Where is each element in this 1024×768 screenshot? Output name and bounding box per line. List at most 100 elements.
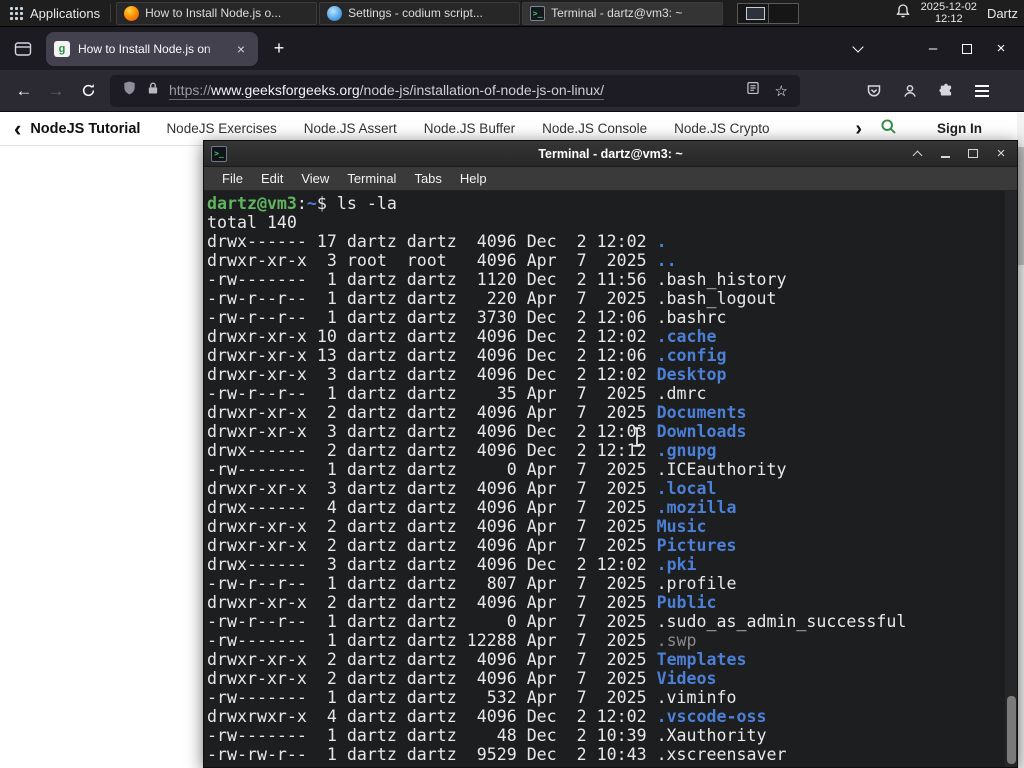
panel-status-area: 2025-12-02 12:12 Dartz — [895, 1, 1024, 25]
taskbar-item-label: How to Install Node.js o... — [145, 6, 282, 20]
taskbar-item-firefox[interactable]: How to Install Node.js o... — [116, 1, 318, 25]
terminal-window: >_ Terminal - dartz@vm3: ~ × File Edit V… — [203, 140, 1018, 768]
menu-item-tabs[interactable]: Tabs — [405, 171, 450, 186]
site-nav-right: Sign In — [880, 118, 1010, 140]
account-button[interactable] — [894, 75, 926, 107]
nav-item-nodejs-tutorial[interactable]: NodeJS Tutorial — [30, 121, 140, 137]
workspace-1[interactable] — [738, 3, 769, 23]
firefox-icon — [124, 5, 140, 21]
taskbar-item-settings[interactable]: Settings - codium script... — [319, 1, 521, 25]
nav-item[interactable]: Node.JS Assert — [304, 121, 397, 136]
nav-item[interactable]: NodeJS Exercises — [166, 121, 276, 136]
new-tab-button[interactable]: + — [264, 34, 294, 64]
back-button[interactable]: ← — [8, 75, 40, 107]
terminal-line: drwxr-xr-x 2 dartz dartz 4096 Apr 7 2025… — [207, 593, 717, 612]
notification-bell-icon[interactable] — [895, 3, 911, 24]
window-maximize-button[interactable] — [950, 34, 984, 64]
url-bar[interactable]: https://www.geeksforgeeks.org/node-js/in… — [110, 74, 800, 107]
terminal-app-icon: >_ — [530, 5, 546, 21]
terminal-window-title: Terminal - dartz@vm3: ~ — [538, 146, 683, 161]
menu-item-terminal[interactable]: Terminal — [338, 171, 405, 186]
site-search-button[interactable] — [880, 118, 897, 140]
terminal-line: -rw------- 1 dartz dartz 532 Apr 7 2025 … — [207, 688, 737, 707]
applications-label: Applications — [30, 5, 101, 21]
panel-separator — [110, 4, 112, 22]
terminal-line: -rw------- 1 dartz dartz 0 Apr 7 2025 .I… — [207, 460, 787, 479]
terminal-line: drwxr-xr-x 10 dartz dartz 4096 Dec 2 12:… — [207, 327, 717, 346]
bookmark-star-button[interactable]: ☆ — [775, 82, 788, 100]
terminal-window-controls: × — [908, 145, 1010, 163]
terminal-line: drwx------ 2 dartz dartz 4096 Dec 2 12:1… — [207, 441, 717, 460]
terminal-line: drwxrwxr-x 4 dartz dartz 4096 Dec 2 12:0… — [207, 707, 767, 726]
lock-icon[interactable] — [146, 81, 160, 101]
terminal-titlebar[interactable]: >_ Terminal - dartz@vm3: ~ × — [204, 141, 1017, 167]
hamburger-icon — [975, 89, 989, 92]
applications-grid-icon — [10, 6, 23, 20]
site-nav-items: NodeJS Exercises Node.JS Assert Node.JS … — [166, 121, 786, 136]
terminal-screen[interactable]: dartz@vm3:~$ ls -la total 140 drwx------ 1… — [204, 191, 1017, 767]
window-close-button[interactable]: × — [984, 34, 1018, 64]
window-minimize-button[interactable]: – — [916, 34, 950, 64]
terminal-line: drwxr-xr-x 3 dartz dartz 4096 Apr 7 2025… — [207, 479, 717, 498]
firefox-view-button[interactable] — [8, 34, 38, 64]
browser-scrollbar-thumb[interactable] — [1017, 147, 1024, 265]
nav-scroll-right-button[interactable]: › — [855, 118, 862, 141]
terminal-line: -rw-r--r-- 1 dartz dartz 3730 Dec 2 12:0… — [207, 308, 727, 327]
reader-mode-button[interactable] — [746, 81, 760, 100]
applications-menu-button[interactable]: Applications — [0, 0, 110, 26]
top-panel: Applications How to Install Node.js o...… — [0, 0, 1024, 27]
tracking-shield-icon[interactable] — [122, 80, 137, 101]
clock-date: 2025-12-02 — [920, 1, 977, 13]
nav-item[interactable]: Node.JS Crypto — [674, 121, 769, 136]
terminal-close-button[interactable]: × — [992, 145, 1010, 163]
browser-tab[interactable]: g How to Install Node.js on × — [46, 31, 258, 66]
workspace-window-outline — [746, 6, 766, 20]
terminal-line: drwxr-xr-x 13 dartz dartz 4096 Dec 2 12:… — [207, 346, 727, 365]
tabbar-right-controls: – × — [842, 34, 1024, 64]
list-all-tabs-button[interactable] — [842, 34, 874, 64]
nav-item[interactable]: Node.JS Console — [542, 121, 647, 136]
terminal-window-icon: >_ — [211, 145, 227, 162]
minimize-icon — [940, 155, 950, 158]
terminal-line: -rw------- 1 dartz dartz 12288 Apr 7 202… — [207, 631, 697, 650]
terminal-menubar: File Edit View Terminal Tabs Help — [204, 167, 1017, 191]
workspace-2[interactable] — [768, 3, 799, 23]
clock[interactable]: 2025-12-02 12:12 — [921, 1, 977, 25]
terminal-scrollbar-thumb[interactable] — [1007, 696, 1016, 764]
taskbar-item-terminal[interactable]: >_ Terminal - dartz@vm3: ~ — [522, 1, 724, 25]
terminal-line: drwxr-xr-x 2 dartz dartz 4096 Apr 7 2025… — [207, 517, 707, 536]
browser-scrollbar[interactable] — [1017, 113, 1024, 768]
terminal-line: drwx------ 4 dartz dartz 4096 Apr 7 2025… — [207, 498, 737, 517]
extensions-icon[interactable] — [930, 75, 962, 107]
taskbar-item-label: Terminal - dartz@vm3: ~ — [551, 6, 683, 20]
terminal-shade-button[interactable] — [908, 145, 926, 163]
workspace-switcher[interactable] — [737, 2, 800, 24]
terminal-maximize-button[interactable] — [964, 145, 982, 163]
pocket-button[interactable] — [858, 75, 890, 107]
tab-favicon: g — [54, 40, 70, 57]
menu-item-view[interactable]: View — [292, 171, 338, 186]
terminal-line: -rw------- 1 dartz dartz 48 Dec 2 10:39 … — [207, 726, 767, 745]
menu-item-edit[interactable]: Edit — [252, 171, 292, 186]
terminal-line: -rw-r--r-- 1 dartz dartz 220 Apr 7 2025 … — [207, 289, 777, 308]
tab-close-button[interactable]: × — [232, 41, 250, 57]
terminal-minimize-button[interactable] — [936, 145, 954, 163]
forward-button[interactable]: → — [40, 75, 72, 107]
nav-item[interactable]: Node.JS Buffer — [424, 121, 515, 136]
menu-button[interactable] — [966, 75, 998, 107]
terminal-line: -rw-r--r-- 1 dartz dartz 0 Apr 7 2025 .s… — [207, 612, 907, 631]
toolbar-right-icons — [858, 75, 998, 107]
nav-scroll-left-button[interactable]: ‹ — [14, 117, 21, 139]
terminal-scrollbar[interactable] — [1005, 191, 1017, 767]
taskbar-item-label: Settings - codium script... — [348, 6, 483, 20]
sign-in-button[interactable]: Sign In — [937, 121, 982, 136]
menu-item-file[interactable]: File — [213, 171, 252, 186]
terminal-line: drwx------ 17 dartz dartz 4096 Dec 2 12:… — [207, 232, 667, 251]
clock-time: 12:12 — [935, 13, 963, 25]
menu-item-help[interactable]: Help — [451, 171, 496, 186]
reload-button[interactable] — [72, 75, 104, 107]
chevron-down-icon — [852, 40, 864, 53]
terminal-line: -rw-rw-r-- 1 dartz dartz 9529 Dec 2 10:4… — [207, 745, 787, 764]
url-path: /node-js/installation-of-node-js-on-linu… — [359, 81, 605, 98]
maximize-icon — [968, 149, 978, 158]
